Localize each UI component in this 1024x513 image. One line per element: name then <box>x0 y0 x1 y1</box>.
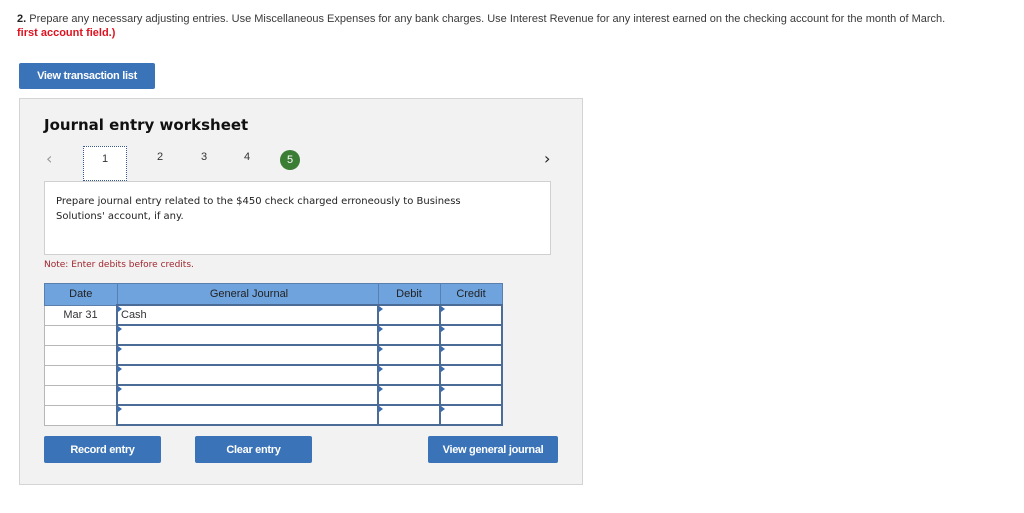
journal-header-row: Date General Journal Debit Credit <box>44 283 503 306</box>
instruction-text: Prepare any necessary adjusting entries.… <box>26 13 946 25</box>
header-credit: Credit <box>439 283 503 306</box>
debit-input[interactable] <box>377 384 441 406</box>
account-input[interactable] <box>116 404 379 426</box>
table-row: Mar 31 Cash <box>44 304 503 326</box>
step-5-tab-completed[interactable]: 5 <box>280 150 300 170</box>
table-row <box>44 384 503 406</box>
account-input[interactable]: Cash <box>116 304 379 326</box>
journal-entry-worksheet: Journal entry worksheet ‹ 1 2 3 4 5 › Pr… <box>19 98 583 485</box>
date-cell: Mar 31 <box>44 304 118 326</box>
view-general-journal-button[interactable]: View general journal <box>428 436 558 463</box>
debit-input[interactable] <box>377 344 441 366</box>
credit-input[interactable] <box>439 364 503 386</box>
debit-input[interactable] <box>377 324 441 346</box>
step-1-tab[interactable]: 1 <box>83 146 127 181</box>
header-debit: Debit <box>377 283 441 306</box>
credit-input[interactable] <box>439 304 503 326</box>
step-4-tab[interactable]: 4 <box>237 151 257 163</box>
instructions: 2. Prepare any necessary adjusting entri… <box>17 12 945 40</box>
date-cell <box>44 384 118 406</box>
credit-input[interactable] <box>439 404 503 426</box>
account-input[interactable] <box>116 324 379 346</box>
step-2-tab[interactable]: 2 <box>150 151 170 163</box>
journal-table: Date General Journal Debit Credit Mar 31… <box>44 283 503 426</box>
credit-input[interactable] <box>439 384 503 406</box>
table-row <box>44 344 503 366</box>
account-input[interactable] <box>116 384 379 406</box>
header-date: Date <box>44 283 118 306</box>
entry-description: Prepare journal entry related to the $45… <box>56 196 461 222</box>
date-cell <box>44 364 118 386</box>
account-input[interactable] <box>116 344 379 366</box>
credit-input[interactable] <box>439 324 503 346</box>
credit-input[interactable] <box>439 344 503 366</box>
table-row <box>44 324 503 346</box>
entry-description-box: Prepare journal entry related to the $45… <box>44 181 551 255</box>
debits-note: Note: Enter debits before credits. <box>44 260 194 270</box>
table-row <box>44 364 503 386</box>
header-general-journal: General Journal <box>116 283 379 306</box>
chevron-right-icon[interactable]: › <box>544 149 550 168</box>
date-cell <box>44 324 118 346</box>
date-cell <box>44 344 118 366</box>
view-transaction-list-button[interactable]: View transaction list <box>19 63 155 89</box>
step-3-tab[interactable]: 3 <box>194 151 214 163</box>
account-input[interactable] <box>116 364 379 386</box>
instruction-red-text: first account field.) <box>17 27 116 39</box>
instruction-number: 2. <box>17 13 27 25</box>
worksheet-title: Journal entry worksheet <box>44 116 249 134</box>
chevron-left-icon[interactable]: ‹ <box>46 149 52 168</box>
table-row <box>44 404 503 426</box>
debit-input[interactable] <box>377 304 441 326</box>
debit-input[interactable] <box>377 364 441 386</box>
record-entry-button[interactable]: Record entry <box>44 436 161 463</box>
debit-input[interactable] <box>377 404 441 426</box>
date-cell <box>44 404 118 426</box>
clear-entry-button[interactable]: Clear entry <box>195 436 312 463</box>
